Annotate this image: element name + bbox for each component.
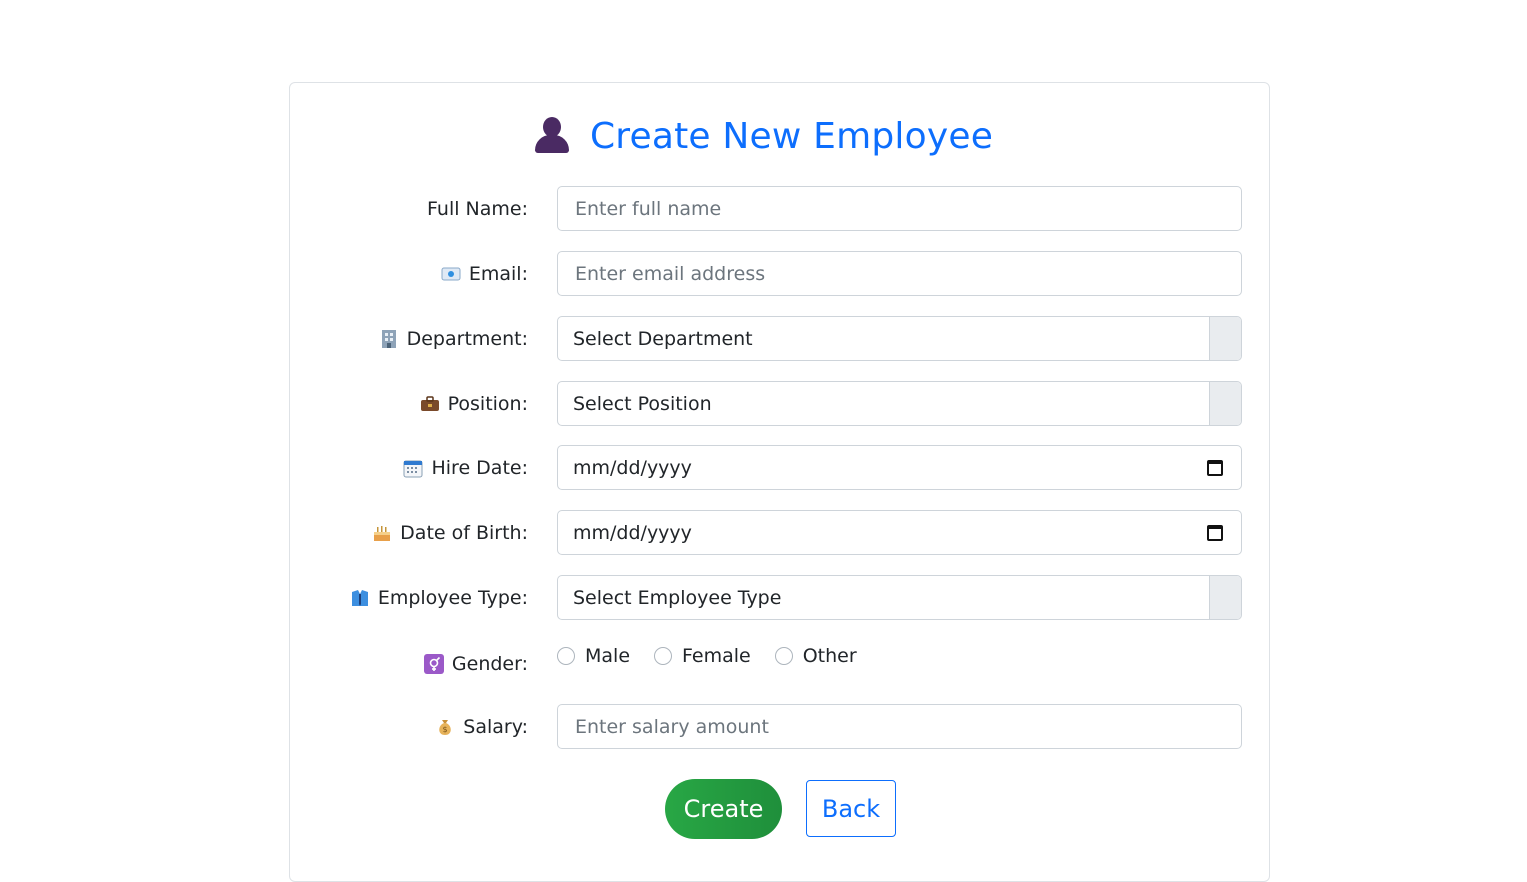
radio-button[interactable] xyxy=(557,647,575,665)
person-icon xyxy=(534,117,570,155)
hire-date-row: Hire Date: mm/dd/yyyy xyxy=(289,445,1242,490)
gender-row: Gender: Male Female Other xyxy=(289,641,1242,686)
full-name-label: Full Name: xyxy=(427,197,528,220)
gender-option-male[interactable]: Male xyxy=(557,645,630,667)
email-row: Email: xyxy=(289,251,1242,296)
gender-label: Gender: xyxy=(423,641,528,686)
calendar-icon xyxy=(403,458,423,478)
radio-button[interactable] xyxy=(654,647,673,665)
dob-input[interactable]: mm/dd/yyyy xyxy=(557,510,1242,555)
department-label: Department: xyxy=(379,316,528,361)
money-bag-icon: $ xyxy=(435,717,455,737)
full-name-input[interactable] xyxy=(573,196,1241,221)
department-value: Select Department xyxy=(573,327,753,350)
gender-radio-group: Male Female Other xyxy=(557,641,881,671)
dob-row: Date of Birth: mm/dd/yyyy xyxy=(289,510,1242,555)
position-select[interactable]: Select Position xyxy=(557,381,1242,426)
svg-text:$: $ xyxy=(443,725,448,734)
employee-type-row: Employee Type: Select Employee Type xyxy=(289,575,1242,620)
dob-value: mm/dd/yyyy xyxy=(573,521,692,544)
building-icon xyxy=(379,329,399,349)
form-header: Create New Employee xyxy=(0,110,1527,162)
position-row: Position: Select Position xyxy=(289,381,1242,426)
salary-field[interactable] xyxy=(557,704,1242,749)
employee-type-label: Employee Type: xyxy=(350,575,528,620)
dob-label: Date of Birth: xyxy=(372,510,528,555)
page-title: Create New Employee xyxy=(589,115,994,157)
hire-date-value: mm/dd/yyyy xyxy=(573,456,692,479)
suit-icon xyxy=(350,588,370,608)
email-icon xyxy=(441,264,461,284)
gender-icon xyxy=(423,653,444,674)
salary-label: $ Salary: xyxy=(435,704,528,749)
department-select[interactable]: Select Department xyxy=(557,316,1242,361)
position-value: Select Position xyxy=(573,392,712,415)
calendar-picker-icon[interactable] xyxy=(1207,459,1223,476)
back-button[interactable]: Back xyxy=(806,780,896,837)
gender-option-other[interactable]: Other xyxy=(774,645,857,667)
employee-type-value: Select Employee Type xyxy=(573,586,782,609)
position-dropdown-button[interactable] xyxy=(1209,382,1241,425)
email-label: Email: xyxy=(441,251,528,296)
radio-button[interactable] xyxy=(774,647,793,665)
employee-type-dropdown-button[interactable] xyxy=(1209,576,1241,619)
full-name-field[interactable] xyxy=(557,186,1242,231)
full-name-row: Full Name: xyxy=(289,186,1242,231)
hire-date-input[interactable]: mm/dd/yyyy xyxy=(557,445,1242,490)
email-input[interactable] xyxy=(573,261,1241,286)
position-label: Position: xyxy=(420,381,528,426)
email-field[interactable] xyxy=(557,251,1242,296)
gender-option-female[interactable]: Female xyxy=(654,645,751,667)
salary-input[interactable] xyxy=(573,714,1241,739)
employee-type-select[interactable]: Select Employee Type xyxy=(557,575,1242,620)
hire-date-label: Hire Date: xyxy=(403,445,528,490)
salary-row: $ Salary: xyxy=(289,704,1242,749)
create-button[interactable]: Create xyxy=(665,779,782,839)
calendar-picker-icon[interactable] xyxy=(1207,524,1223,541)
department-row: Department: Select Department xyxy=(289,316,1242,361)
department-dropdown-button[interactable] xyxy=(1209,317,1241,360)
cake-icon xyxy=(372,523,392,543)
briefcase-icon xyxy=(420,394,440,414)
